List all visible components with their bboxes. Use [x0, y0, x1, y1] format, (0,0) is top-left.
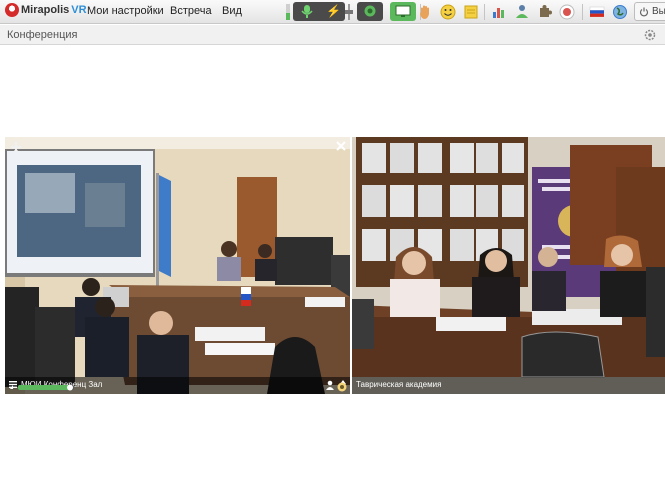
toolbar-separator — [582, 4, 583, 20]
logo-suffix: VR — [71, 4, 87, 16]
video-panel-2[interactable]: Таврическая академия — [352, 137, 665, 394]
logo-icon — [5, 3, 19, 17]
mic-level-meter — [286, 4, 290, 20]
conference-title: Конференция — [7, 29, 78, 41]
toolbar-separator — [484, 4, 485, 20]
smiley-icon[interactable] — [440, 3, 456, 21]
notes-icon[interactable] — [463, 3, 479, 21]
mic-icon[interactable] — [300, 4, 314, 18]
flag-russia-icon[interactable] — [589, 3, 605, 21]
video-panel-1[interactable]: МЮИ Конференц Зал — [5, 137, 350, 394]
audio-level-slider[interactable] — [10, 383, 80, 391]
logo-brand: Mirapolis — [21, 4, 70, 16]
close-icon[interactable] — [336, 141, 346, 151]
camera-button[interactable] — [357, 2, 383, 21]
screen-share-button[interactable] — [390, 2, 416, 21]
video-frame-1 — [5, 137, 350, 394]
chart-icon[interactable] — [491, 3, 507, 21]
user-icon[interactable] — [325, 380, 335, 390]
video-frame-2 — [352, 137, 665, 394]
top-toolbar: MirapolisVR Мои настройки Встреча Вид ⚡ — [0, 0, 665, 24]
volume-slider[interactable] — [345, 4, 353, 20]
users-icon[interactable] — [514, 3, 530, 21]
hand-icon[interactable] — [418, 3, 432, 21]
conference-header: Конференция — [0, 25, 665, 45]
exit-label: Вы — [652, 6, 665, 17]
screen-share-icon — [395, 5, 411, 17]
app-logo: Mirapolis VR — [5, 3, 87, 17]
exit-button[interactable]: Вы — [634, 2, 665, 21]
record-icon[interactable] — [559, 3, 575, 21]
lightning-icon[interactable]: ⚡ — [326, 4, 341, 18]
puzzle-icon[interactable] — [537, 3, 553, 21]
menu-my-settings[interactable]: Мои настройки — [87, 5, 164, 17]
video-caption-2: Таврическая академия — [352, 377, 665, 394]
move-icon[interactable] — [10, 141, 22, 153]
power-icon — [639, 7, 649, 16]
participant-name-2: Таврическая академия — [356, 380, 442, 389]
camera-status-icon — [337, 382, 347, 392]
gear-icon[interactable] — [644, 29, 656, 41]
camera-icon — [364, 5, 376, 17]
globe-icon[interactable] — [612, 3, 628, 21]
menu-meeting[interactable]: Встреча — [170, 5, 212, 17]
menu-view[interactable]: Вид — [222, 5, 242, 17]
